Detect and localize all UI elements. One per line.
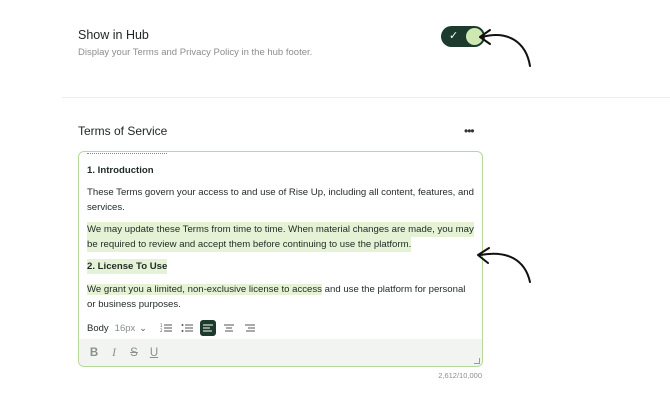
highlighted-span: We grant you a limited, non-exclusive li… [87,284,322,295]
underline-icon[interactable]: U [147,347,161,359]
terms-of-service-title: Terms of Service [78,124,168,138]
character-counter: 2,612/10,000 [438,371,482,380]
italic-icon[interactable]: I [107,347,121,359]
align-left-icon[interactable] [199,320,216,336]
editor-line: We grant you a limited, non-exclusive li… [87,282,465,297]
ordered-list-icon[interactable]: 12 [158,320,174,336]
show-in-hub-title: Show in Hub [78,28,149,42]
text-style-select[interactable]: Body [87,323,109,334]
editor-line: 1. Introduction [87,165,154,176]
svg-text:2: 2 [160,328,163,333]
curved-arrow-icon [479,29,531,67]
more-icon[interactable]: ••• [464,124,475,138]
editor-line-highlighted: We may update these Terms from time to t… [87,222,474,237]
terms-editor[interactable]: 1. Introduction These Terms govern your … [78,151,483,367]
chevron-down-icon[interactable]: ⌄ [139,323,147,334]
editor-line: These Terms govern your access to and us… [87,187,474,198]
curved-arrow-icon [477,247,531,283]
plain-span: and use the platform for personal [321,284,466,295]
format-bar: B I S U [79,339,482,366]
editor-line-highlighted: 2. License To Use [87,259,168,274]
resize-handle[interactable] [474,358,480,364]
align-right-icon[interactable] [242,320,258,336]
clipped-text-edge [87,152,167,154]
font-size-select[interactable]: 16px [115,323,136,334]
editor-line-highlighted: be required to review and accept them be… [87,237,412,252]
bold-icon[interactable]: B [87,347,101,359]
editor-toolbar: Body 16px ⌄ 12 [87,319,263,337]
align-center-icon[interactable] [221,320,237,336]
strikethrough-icon[interactable]: S [127,347,141,359]
show-in-hub-description: Display your Terms and Privacy Policy in… [78,47,313,58]
check-icon: ✓ [449,30,459,42]
editor-line: services. [87,202,125,213]
bullet-list-icon[interactable] [179,320,195,336]
section-divider [62,97,670,98]
editor-line: or business purposes. [87,299,181,310]
